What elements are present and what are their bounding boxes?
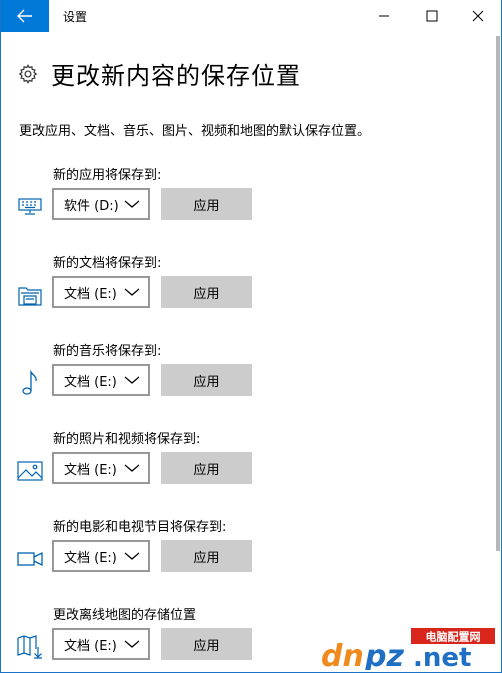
- music-location-dropdown[interactable]: 文档 (E:): [52, 364, 150, 396]
- chevron-down-icon: [124, 288, 140, 296]
- chevron-down-icon: [124, 376, 140, 384]
- minimize-icon: [379, 15, 389, 17]
- vertical-scrollbar[interactable]: [496, 36, 500, 551]
- apply-button-maps[interactable]: 应用: [161, 628, 252, 660]
- apply-button-movies[interactable]: 应用: [161, 540, 252, 572]
- gear-icon: [18, 63, 38, 84]
- page-header: 更改新内容的保存位置: [17, 56, 301, 91]
- dropdown-value: 文档 (E:): [64, 638, 117, 654]
- section-label: 新的电影和电视节目将保存到:: [53, 520, 227, 535]
- svg-text:pz: pz: [364, 639, 404, 670]
- apply-button-documents[interactable]: 应用: [161, 276, 252, 308]
- chevron-down-icon: [124, 640, 140, 648]
- settings-window: 设置 更改新内容的保存位置 更改应用、文档、音乐、图片、视频和地图的默认保存位置…: [0, 0, 502, 673]
- music-note-icon: [17, 370, 43, 396]
- photos-location-dropdown[interactable]: 文档 (E:): [52, 452, 150, 484]
- window-title: 设置: [63, 10, 88, 24]
- page-description: 更改应用、文档、音乐、图片、视频和地图的默认保存位置。: [19, 124, 371, 139]
- minimize-button[interactable]: [361, 0, 407, 32]
- close-icon: [472, 10, 484, 22]
- apply-button-music[interactable]: 应用: [161, 364, 252, 396]
- svg-text:电脑配置网: 电脑配置网: [426, 630, 481, 644]
- section-label: 更改离线地图的存储位置: [53, 608, 197, 623]
- section-label: 新的音乐将保存到:: [53, 344, 162, 359]
- chevron-down-icon: [124, 552, 140, 560]
- site-watermark-logo: 电脑配置网 dn pz .net: [321, 628, 495, 670]
- documents-location-dropdown[interactable]: 文档 (E:): [52, 276, 150, 308]
- map-download-icon: [17, 634, 43, 660]
- movies-location-dropdown[interactable]: 文档 (E:): [52, 540, 150, 572]
- title-bar: 设置: [1, 0, 501, 32]
- apply-button-apps[interactable]: 应用: [161, 188, 252, 220]
- back-button[interactable]: [1, 0, 49, 32]
- maps-location-dropdown[interactable]: 文档 (E:): [52, 628, 150, 660]
- section-label: 新的照片和视频将保存到:: [53, 432, 201, 447]
- dropdown-value: 文档 (E:): [64, 462, 117, 478]
- chevron-down-icon: [124, 464, 140, 472]
- svg-text:.net: .net: [413, 643, 471, 670]
- video-camera-icon: [17, 546, 43, 572]
- close-button[interactable]: [455, 0, 501, 32]
- dropdown-value: 文档 (E:): [64, 374, 117, 390]
- page-title: 更改新内容的保存位置: [51, 62, 301, 90]
- picture-icon: [17, 458, 43, 484]
- dropdown-value: 文档 (E:): [64, 286, 117, 302]
- section-label: 新的文档将保存到:: [53, 256, 162, 271]
- apply-button-photos[interactable]: 应用: [161, 452, 252, 484]
- monitor-icon: [17, 194, 43, 220]
- chevron-down-icon: [124, 200, 140, 208]
- section-label: 新的应用将保存到:: [53, 168, 162, 183]
- folder-drive-icon: [17, 282, 43, 308]
- maximize-icon: [426, 10, 438, 22]
- dropdown-value: 文档 (E:): [64, 550, 117, 566]
- apps-location-dropdown[interactable]: 软件 (D:): [52, 188, 150, 220]
- dropdown-value: 软件 (D:): [64, 198, 119, 214]
- back-arrow-icon: [17, 9, 32, 23]
- maximize-button[interactable]: [409, 0, 455, 32]
- svg-text:dn: dn: [321, 639, 364, 670]
